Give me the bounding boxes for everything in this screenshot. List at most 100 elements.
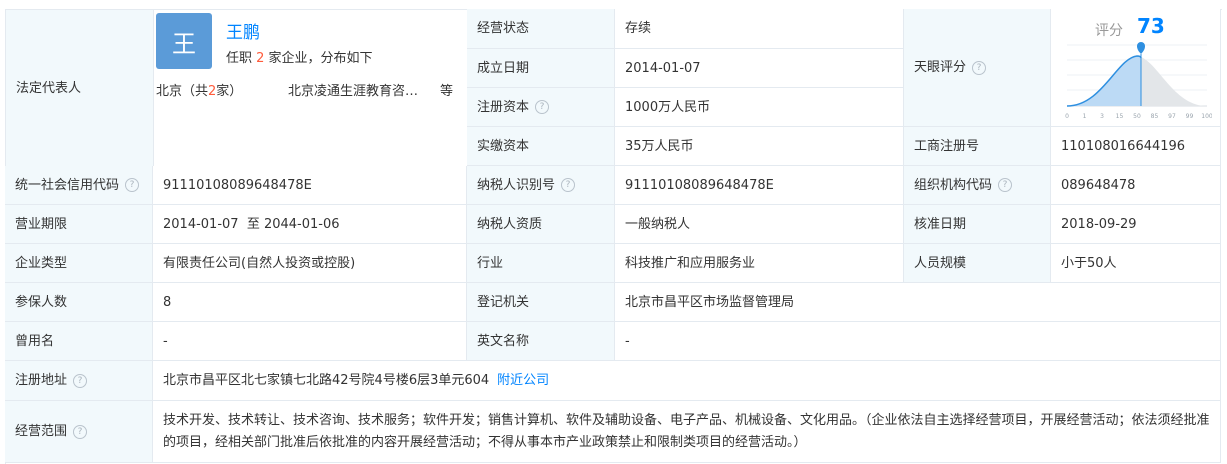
biz-scope-value-cell: 技术开发、技术转让、技术咨询、技术服务；软件开发；销售计算机、软件及辅助设备、电… [153, 401, 1221, 463]
biz-term-label-cell: 营业期限 [5, 205, 153, 244]
paid-capital-label-cell: 实缴资本 [467, 127, 615, 166]
status-label: 经营状态 [477, 21, 530, 36]
reg-authority-value: 北京市昌平区市场监督管理局 [625, 294, 795, 310]
taxpayer-qual-label-cell: 纳税人资质 [467, 205, 615, 244]
help-icon[interactable]: ? [972, 60, 987, 75]
help-icon[interactable]: ? [998, 178, 1013, 192]
paid-capital-label: 实缴资本 [477, 138, 530, 154]
taxpayer-id-label: 纳税人识别号 [477, 177, 556, 193]
org-code-label: 组织机构代码 [914, 177, 993, 193]
approve-date-value-cell: 2018-09-29 [1051, 205, 1221, 244]
founded-label: 成立日期 [477, 60, 530, 76]
staff-size-label: 人员规模 [914, 255, 967, 271]
biz-reg-no-label: 工商注册号 [914, 138, 980, 154]
reg-capital-value-cell: 1000万人民币 [615, 88, 904, 127]
tianyan-label: 天眼评分 [914, 60, 967, 75]
staff-size-label-cell: 人员规模 [904, 244, 1051, 283]
biz-reg-no-label-cell: 工商注册号 [904, 127, 1051, 166]
reg-authority-label: 登记机关 [477, 294, 530, 310]
help-icon[interactable]: ? [73, 373, 88, 388]
former-name-label: 曾用名 [15, 333, 55, 349]
credit-code-value: 91110108089648478E [163, 177, 312, 193]
reg-authority-label-cell: 登记机关 [467, 283, 615, 322]
help-icon[interactable]: ? [535, 100, 550, 114]
reg-address-value-cell: 北京市昌平区北七家镇七北路42号院4号楼6层3单元604 附近公司 [153, 361, 1221, 401]
tianyan-label-cell: 天眼评分 ? [904, 9, 1051, 127]
former-name-value-cell: - [153, 322, 467, 361]
biz-scope-value: 技术开发、技术转让、技术咨询、技术服务；软件开发；销售计算机、软件及辅助设备、电… [163, 412, 1210, 450]
taxpayer-id-value-cell: 91110108089648478E [615, 166, 904, 205]
former-name-value: - [163, 333, 168, 349]
org-code-label-cell: 组织机构代码 ? [904, 166, 1051, 205]
industry-label-cell: 行业 [467, 244, 615, 283]
biz-scope-label: 经营范围 [15, 424, 68, 439]
score-label: 评分 [1095, 23, 1123, 39]
english-name-value: - [625, 333, 630, 349]
reg-capital-label: 注册资本 [477, 99, 530, 115]
reg-capital-value: 1000万人民币 [625, 99, 711, 115]
gauge-tick-label: 1 [1083, 113, 1087, 120]
reg-authority-value-cell: 北京市昌平区市场监督管理局 [615, 283, 1221, 322]
gauge-tick-label: 15 [1116, 113, 1124, 120]
credit-code-label: 统一社会信用代码 [15, 177, 120, 193]
status-value: 存续 [625, 21, 652, 36]
gauge-tick-label: 97 [1168, 113, 1176, 120]
gauge-axis: 0 1 3 15 50 85 97 99 100 [1065, 113, 1212, 120]
help-icon[interactable]: ? [125, 178, 140, 192]
score-value[interactable]: 73 [1137, 14, 1165, 38]
industry-label: 行业 [477, 255, 504, 271]
taxpayer-id-label-cell: 纳税人识别号 ? [467, 166, 615, 205]
biz-term-value: 2014-01-07 至 2044-01-06 [163, 216, 340, 232]
reg-address-value: 北京市昌平区北七家镇七北路42号院4号楼6层3单元604 [163, 373, 490, 388]
biz-term-value-cell: 2014-01-07 至 2044-01-06 [153, 205, 467, 244]
nearby-companies-link[interactable]: 附近公司 [497, 371, 549, 390]
company-info-table-body: 经营状态 存续 成立日期 2014-01-07 注册资本 ? 1000万人民币 … [5, 9, 1221, 463]
gauge-tick-label: 50 [1133, 113, 1141, 120]
org-code-value: 089648478 [1061, 177, 1136, 193]
paid-capital-value-cell: 35万人民币 [615, 127, 904, 166]
taxpayer-id-value: 91110108089648478E [625, 177, 774, 193]
approve-date-label-cell: 核准日期 [904, 205, 1051, 244]
english-name-value-cell: - [615, 322, 1221, 361]
help-icon[interactable]: ? [73, 424, 88, 439]
approve-date-label: 核准日期 [914, 216, 967, 232]
biz-reg-no-value: 110108016644196 [1061, 138, 1186, 154]
ent-type-label: 企业类型 [15, 255, 68, 271]
status-label-cell: 经营状态 [467, 9, 615, 49]
credit-code-label-cell: 统一社会信用代码 ? [5, 166, 153, 205]
industry-value: 科技推广和应用服务业 [625, 255, 756, 271]
industry-value-cell: 科技推广和应用服务业 [615, 244, 904, 283]
former-name-label-cell: 曾用名 [5, 322, 153, 361]
biz-reg-no-value-cell: 110108016644196 [1051, 127, 1221, 166]
insured-label-cell: 参保人数 [5, 283, 153, 322]
english-name-label-cell: 英文名称 [467, 322, 615, 361]
gauge-tick-label: 99 [1186, 113, 1194, 120]
ent-type-value: 有限责任公司(自然人投资或控股) [163, 255, 356, 271]
ent-type-value-cell: 有限责任公司(自然人投资或控股) [153, 244, 467, 283]
gauge-tick-label: 0 [1065, 113, 1069, 120]
staff-size-value: 小于50人 [1061, 255, 1117, 271]
taxpayer-qual-value: 一般纳税人 [625, 216, 691, 232]
score-distribution-chart: 0 1 3 15 50 85 97 99 100 [1065, 42, 1212, 120]
reg-address-label-cell: 注册地址 ? [5, 361, 153, 401]
insured-value: 8 [163, 294, 172, 310]
gauge-tick-label: 3 [1100, 113, 1104, 120]
credit-code-value-cell: 91110108089648478E [153, 166, 467, 205]
org-code-value-cell: 089648478 [1051, 166, 1221, 205]
biz-scope-label-cell: 经营范围 ? [5, 401, 153, 463]
score-pin-icon [1137, 42, 1145, 54]
staff-size-value-cell: 小于50人 [1051, 244, 1221, 283]
distribution-curve-fill [1067, 56, 1141, 106]
founded-value: 2014-01-07 [625, 60, 701, 76]
insured-label: 参保人数 [15, 294, 68, 310]
taxpayer-qual-label: 纳税人资质 [477, 216, 543, 232]
approve-date-value: 2018-09-29 [1061, 216, 1137, 232]
gauge-tick-label: 100 [1201, 113, 1212, 120]
help-icon[interactable]: ? [561, 178, 576, 192]
gauge-tick-label: 85 [1151, 113, 1159, 120]
english-name-label: 英文名称 [477, 333, 530, 349]
paid-capital-value: 35万人民币 [625, 138, 694, 154]
reg-capital-label-cell: 注册资本 ? [467, 88, 615, 127]
reg-address-label: 注册地址 [15, 373, 68, 388]
founded-value-cell: 2014-01-07 [615, 49, 904, 88]
